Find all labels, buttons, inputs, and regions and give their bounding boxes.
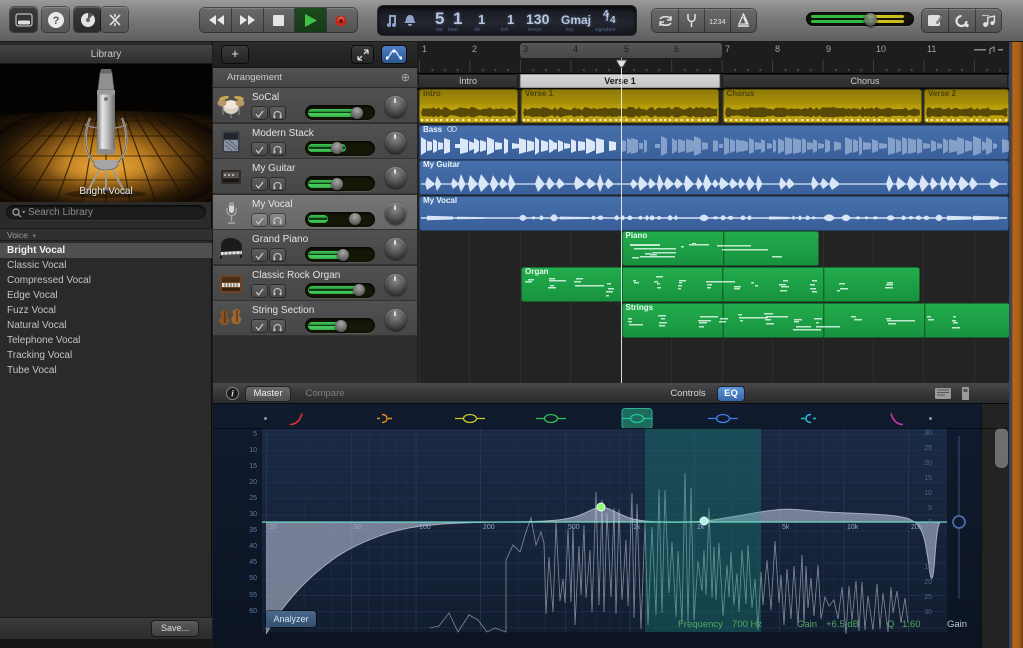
svg-text:1234: 1234 bbox=[709, 17, 726, 25]
svg-text:?: ? bbox=[52, 15, 59, 27]
